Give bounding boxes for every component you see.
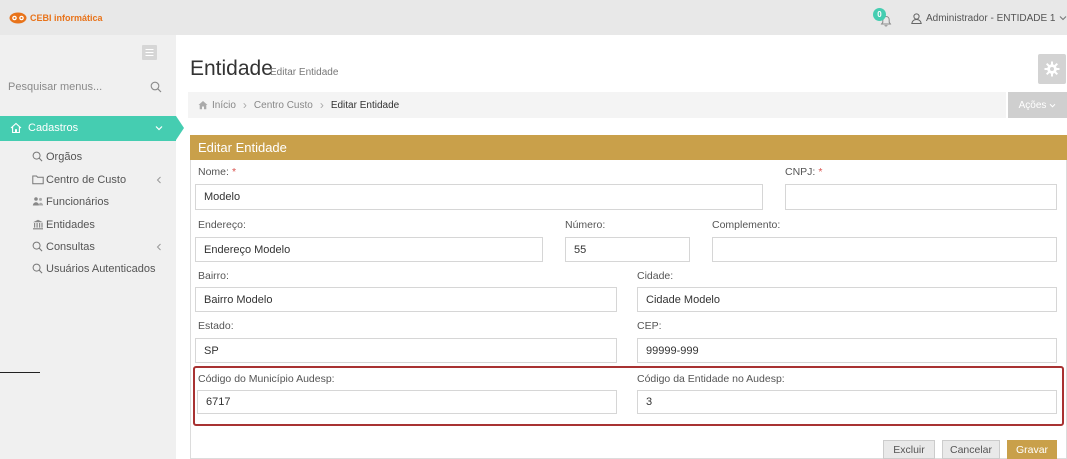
sidebar-item-label: Entidades bbox=[46, 219, 95, 231]
users-icon bbox=[32, 196, 44, 207]
complemento-label: Complemento: bbox=[712, 219, 781, 231]
codigo-municipio-label: Código do Município Audesp: bbox=[198, 373, 335, 385]
complemento-input[interactable] bbox=[712, 237, 1057, 262]
cidade-input[interactable] bbox=[637, 287, 1057, 312]
sidebar-item-label: Centro de Custo bbox=[46, 174, 127, 186]
home-icon bbox=[198, 101, 208, 110]
sidebar-item-funcionarios[interactable]: Funcionários bbox=[0, 191, 176, 213]
breadcrumb-home[interactable]: Início bbox=[198, 100, 236, 111]
search-icon bbox=[32, 241, 43, 252]
sidebar-item-label: Cadastros bbox=[28, 122, 79, 134]
menu-icon bbox=[145, 49, 154, 56]
sidebar-item-consultas[interactable]: Consultas bbox=[0, 236, 176, 258]
top-bar bbox=[0, 0, 1067, 35]
cnpj-label: CNPJ: * bbox=[785, 166, 823, 178]
cep-label: CEP: bbox=[637, 320, 662, 332]
notification-button[interactable]: 0 bbox=[871, 6, 895, 30]
home-icon bbox=[10, 122, 22, 134]
breadcrumb-item: Início bbox=[212, 99, 236, 111]
cidade-label: Cidade: bbox=[637, 270, 674, 282]
menu-search-button[interactable] bbox=[150, 81, 162, 93]
user-icon bbox=[911, 12, 922, 24]
brand-logo[interactable]: CEBI informática bbox=[9, 10, 103, 25]
edge-divider bbox=[0, 372, 40, 373]
save-button[interactable]: Gravar bbox=[1007, 440, 1057, 459]
user-menu[interactable]: Administrador - ENTIDADE 1 bbox=[911, 11, 1067, 25]
cancel-button[interactable]: Cancelar bbox=[942, 440, 1000, 459]
search-icon bbox=[32, 151, 43, 162]
search-icon bbox=[150, 81, 162, 93]
nome-input[interactable] bbox=[195, 184, 763, 210]
chevron-down-icon bbox=[1060, 16, 1067, 21]
sidebar-item-centro-de-custo[interactable]: Centro de Custo bbox=[0, 169, 176, 191]
delete-button[interactable]: Excluir bbox=[883, 440, 935, 459]
chevron-down-icon bbox=[155, 125, 163, 131]
required-mark: * bbox=[818, 166, 823, 178]
estado-label: Estado: bbox=[198, 320, 234, 332]
settings-button[interactable] bbox=[1038, 54, 1066, 84]
gear-icon bbox=[1044, 61, 1060, 77]
chevron-left-icon bbox=[156, 176, 162, 184]
breadcrumb-item: Centro Custo bbox=[253, 99, 313, 111]
codigo-municipio-input[interactable] bbox=[197, 390, 617, 414]
bairro-label: Bairro: bbox=[198, 270, 229, 282]
bairro-input[interactable] bbox=[195, 287, 617, 312]
required-mark: * bbox=[231, 166, 237, 178]
numero-input[interactable] bbox=[565, 237, 690, 262]
codigo-entidade-input[interactable] bbox=[637, 390, 1057, 414]
sidebar-item-entidades[interactable]: Entidades bbox=[0, 214, 176, 236]
bank-icon bbox=[32, 219, 44, 230]
brand-name: CEBI informática bbox=[30, 12, 103, 23]
panel-title: Editar Entidade bbox=[198, 140, 287, 155]
sidebar-toggle-button[interactable] bbox=[142, 45, 157, 60]
sidebar-item-label: Orgãos bbox=[46, 151, 83, 163]
page-title: Entidade bbox=[190, 57, 273, 80]
endereco-label: Endereço: bbox=[198, 219, 246, 231]
folder-icon bbox=[32, 174, 44, 185]
breadcrumb-item: Editar Entidade bbox=[330, 99, 400, 111]
sidebar-item-cadastros[interactable]: Cadastros bbox=[0, 116, 176, 141]
panel-header: Editar Entidade bbox=[190, 135, 1067, 160]
breadcrumb-centro-custo[interactable]: Centro Custo bbox=[236, 98, 313, 112]
estado-input[interactable] bbox=[195, 338, 617, 363]
brand-logo-icon bbox=[9, 11, 27, 24]
chevron-down-icon bbox=[1050, 103, 1056, 107]
numero-label: Número: bbox=[565, 219, 606, 231]
nome-label: Nome: * bbox=[198, 166, 237, 178]
actions-button[interactable]: Ações bbox=[1008, 92, 1067, 118]
page-subtitle: Editar Entidade bbox=[270, 67, 339, 78]
sidebar-item-label: Funcionários bbox=[46, 196, 109, 208]
cnpj-input[interactable] bbox=[785, 184, 1057, 210]
sidebar-item-label: Consultas bbox=[46, 241, 95, 253]
sidebar-item-usuarios-autenticados[interactable]: Usuários Autenticados bbox=[0, 258, 176, 280]
endereco-input[interactable] bbox=[195, 237, 543, 262]
sidebar-item-orgaos[interactable]: Orgãos bbox=[0, 146, 176, 168]
cep-input[interactable] bbox=[637, 338, 1057, 363]
chevron-left-icon bbox=[156, 243, 162, 251]
menu-search-input[interactable] bbox=[6, 76, 146, 98]
active-menu-pointer bbox=[176, 116, 184, 140]
codigo-entidade-label: Código da Entidade no Audesp: bbox=[637, 373, 785, 385]
breadcrumb-current: Editar Entidade bbox=[313, 98, 399, 112]
sidebar-item-label: Usuários Autenticados bbox=[46, 263, 156, 275]
user-label: Administrador - ENTIDADE 1 bbox=[926, 12, 1056, 24]
search-icon bbox=[32, 263, 43, 274]
actions-label: Ações bbox=[1018, 99, 1047, 111]
notification-count-badge: 0 bbox=[873, 8, 886, 21]
menu-search bbox=[6, 76, 168, 98]
breadcrumb: Início Centro Custo Editar Entidade bbox=[188, 92, 1006, 118]
